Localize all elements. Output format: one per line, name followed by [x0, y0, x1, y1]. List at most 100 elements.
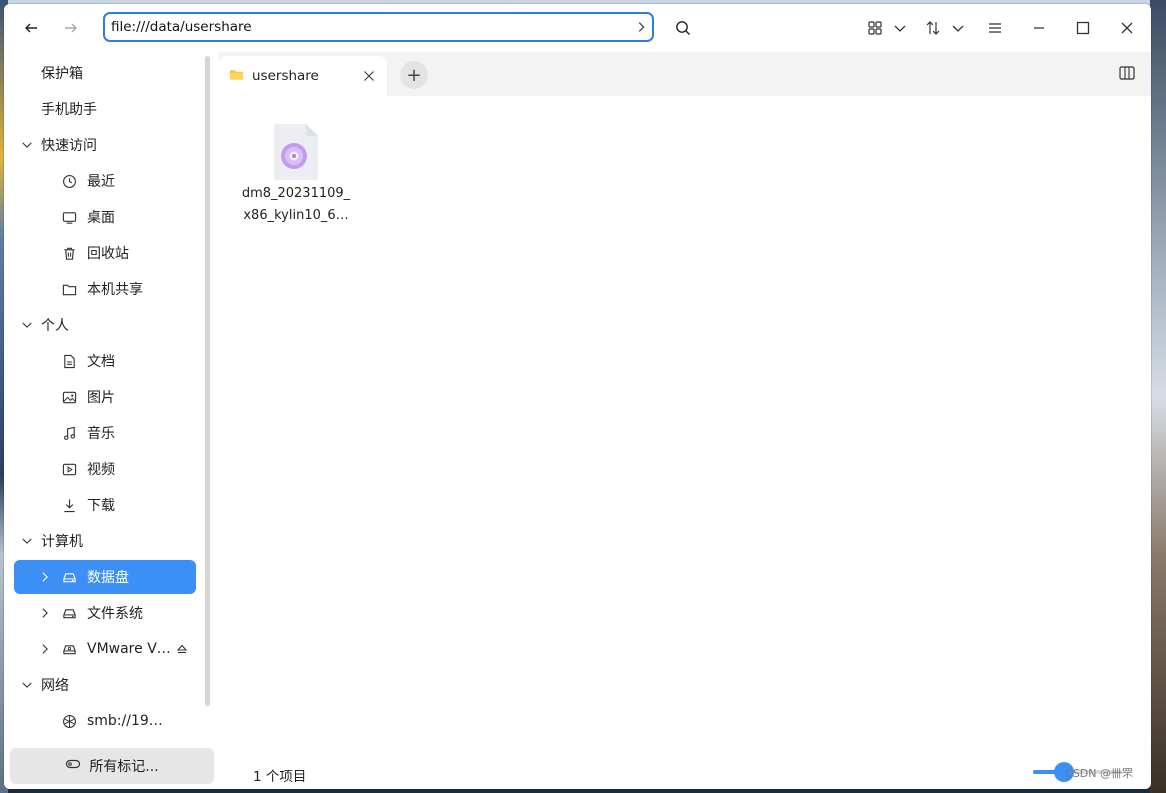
detail-panel-button[interactable]: [1119, 66, 1135, 80]
chevron-right-icon: [38, 606, 52, 620]
sidebar-group-label: 快速访问: [41, 138, 97, 154]
view-mode-button[interactable]: [861, 14, 889, 42]
folder-icon: [61, 281, 77, 297]
view-mode-dropdown[interactable]: [886, 14, 914, 42]
sidebar-item-label: 本机共享: [87, 282, 143, 298]
sidebar-group-quick-access[interactable]: 快速访问: [14, 128, 196, 162]
sort-button[interactable]: [919, 14, 947, 42]
monitor-icon: [61, 209, 77, 225]
sidebar-item-label: 文件系统: [87, 606, 143, 622]
menu-button[interactable]: [981, 14, 1009, 42]
sidebar-item-file-system[interactable]: 文件系统: [14, 596, 196, 630]
chevron-down-icon: [20, 678, 34, 692]
maximize-icon: [1076, 21, 1090, 35]
tab-bar: usershare +: [219, 52, 1151, 96]
disc-image-icon: [274, 124, 318, 180]
sidebar-item-label: 文档: [87, 354, 115, 370]
sidebar-item-trash[interactable]: 回收站: [14, 236, 196, 270]
grid-view-icon: [868, 21, 882, 35]
sidebar-item-vmware-drive[interactable]: VMware V…: [14, 632, 196, 666]
file-name-line1: dm8_20231109_: [241, 186, 351, 201]
main-content: usershare + dm8_20231109_ x86_kylin10_6…: [219, 52, 1151, 789]
eject-icon[interactable]: [176, 643, 188, 655]
forward-button[interactable]: [57, 14, 85, 42]
sidebar-item-documents[interactable]: 文档: [14, 344, 196, 378]
close-icon: [1121, 22, 1133, 34]
sidebar-item-label: 回收站: [87, 246, 129, 262]
watermark: CSDN @卌罘: [1065, 767, 1133, 780]
file-name-line2: x86_kylin10_6…: [243, 208, 349, 223]
sidebar-item-label: smb://19…: [87, 713, 163, 729]
file-manager-window: file:///data/usershare 保护箱 手机助手 快速访问 最近 …: [4, 4, 1151, 789]
chevron-right-icon: [38, 570, 52, 584]
sidebar-item-downloads[interactable]: 下载: [14, 488, 196, 522]
chevron-down-icon: [20, 318, 34, 332]
tab-usershare[interactable]: usershare: [219, 56, 387, 96]
new-tab-button[interactable]: +: [400, 61, 428, 89]
sidebar-group-personal[interactable]: 个人: [14, 308, 196, 342]
sidebar-item-label: 最近: [87, 174, 115, 190]
sidebar-item-label: 数据盘: [87, 570, 129, 586]
minimize-icon: [1034, 27, 1044, 29]
search-button[interactable]: [669, 14, 697, 42]
all-tags-button[interactable]: 所有标记...: [10, 748, 214, 784]
sidebar-item-label: 手机助手: [41, 102, 97, 118]
maximize-button[interactable]: [1069, 14, 1097, 42]
close-window-button[interactable]: [1113, 14, 1141, 42]
chevron-down-icon: [952, 25, 964, 32]
plus-icon: +: [406, 64, 422, 86]
file-name: dm8_20231109_ x86_kylin10_6…: [239, 183, 353, 227]
go-button[interactable]: [630, 16, 652, 38]
all-tags-label: 所有标记...: [89, 759, 159, 775]
minimize-button[interactable]: [1025, 14, 1053, 42]
status-item-count: 1 个项目: [253, 769, 307, 785]
chevron-down-icon: [20, 534, 34, 548]
sidebar-item-desktop[interactable]: 桌面: [14, 200, 196, 234]
sidebar-group-computer[interactable]: 计算机: [14, 524, 196, 558]
image-icon: [61, 389, 77, 405]
sidebar-item-recent[interactable]: 最近: [14, 164, 196, 198]
address-input[interactable]: file:///data/usershare: [111, 19, 630, 35]
desktop-wallpaper-right: [1150, 0, 1166, 793]
close-tab-icon[interactable]: [362, 69, 376, 83]
tag-icon: [65, 756, 81, 776]
sidebar-group-label: 个人: [41, 318, 69, 334]
sidebar-item-label: 桌面: [87, 210, 115, 226]
title-bar: file:///data/usershare: [4, 4, 1151, 52]
sidebar-item-label: 下载: [87, 498, 115, 514]
sidebar-item-local-share[interactable]: 本机共享: [14, 272, 196, 306]
sidebar-item-data-disk[interactable]: 数据盘: [14, 560, 196, 594]
clock-icon: [61, 173, 77, 189]
sidebar-item-pictures[interactable]: 图片: [14, 380, 196, 414]
split-panel-icon: [1119, 66, 1135, 80]
sidebar-item-label: 视频: [87, 462, 115, 478]
sidebar-item-label: 保护箱: [41, 66, 83, 82]
sidebar-item-videos[interactable]: 视频: [14, 452, 196, 486]
sidebar-item-smb-share[interactable]: smb://19…: [14, 704, 196, 738]
sort-icon: [926, 21, 940, 35]
trash-icon: [61, 245, 77, 261]
folder-icon: [229, 67, 244, 86]
chevron-down-icon: [894, 25, 906, 32]
sidebar-item-music[interactable]: 音乐: [14, 416, 196, 450]
address-bar[interactable]: file:///data/usershare: [103, 12, 654, 42]
sidebar-scrollbar[interactable]: [205, 56, 210, 706]
sidebar-item-vault[interactable]: 保护箱: [14, 56, 196, 90]
sidebar-item-label: VMware V…: [87, 641, 171, 657]
sidebar: 保护箱 手机助手 快速访问 最近 桌面 回收站 本机共享 个人 文档 图片 音乐…: [4, 52, 216, 789]
sidebar-item-phone-assistant[interactable]: 手机助手: [14, 92, 196, 126]
file-item[interactable]: dm8_20231109_ x86_kylin10_6…: [239, 122, 353, 227]
arrow-left-icon: [25, 23, 37, 33]
music-icon: [61, 425, 77, 441]
network-icon: [61, 713, 77, 729]
sidebar-item-label: 图片: [87, 390, 115, 406]
sidebar-group-label: 网络: [41, 678, 69, 694]
sort-dropdown[interactable]: [944, 14, 972, 42]
sidebar-group-label: 计算机: [41, 534, 83, 550]
back-button[interactable]: [17, 14, 45, 42]
arrow-right-icon: [65, 23, 77, 33]
download-icon: [61, 497, 77, 513]
optical-drive-icon: [61, 641, 77, 657]
sidebar-group-network[interactable]: 网络: [14, 668, 196, 702]
chevron-right-icon: [38, 642, 52, 656]
